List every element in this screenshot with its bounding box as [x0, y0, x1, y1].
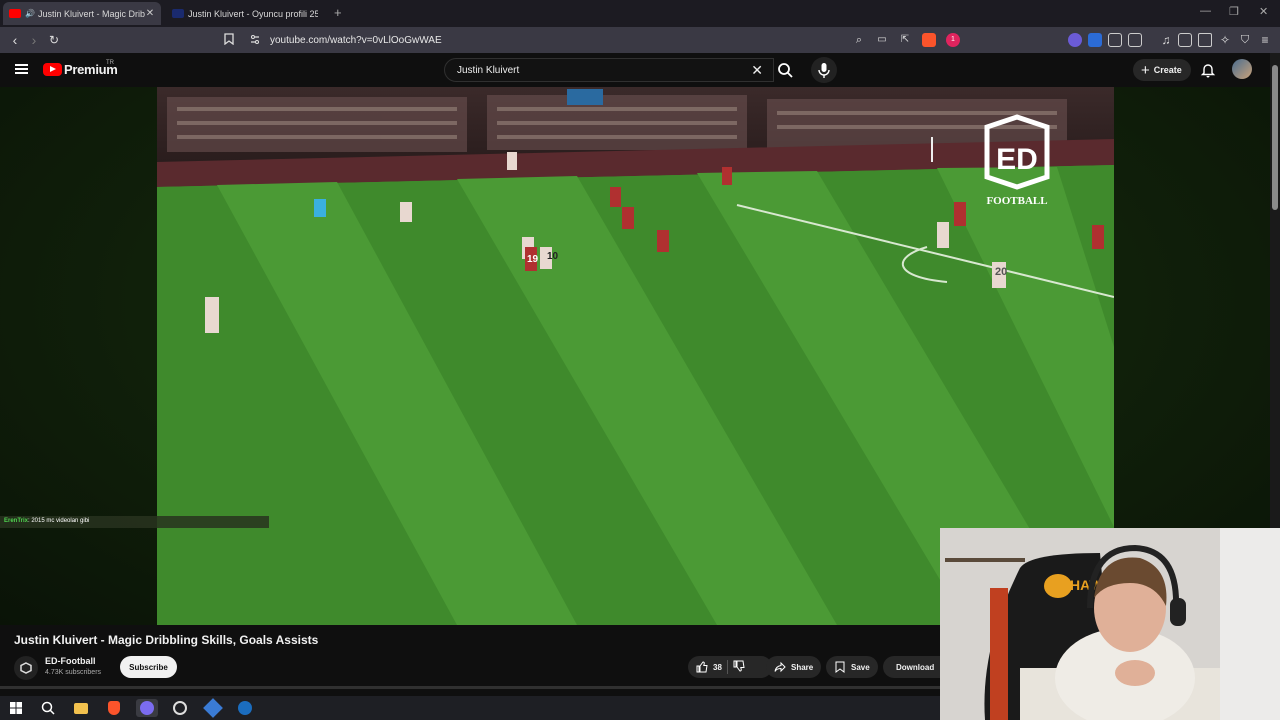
steam-icon[interactable] [234, 699, 256, 717]
browser-toolbar: ‹ › ↻ youtube.com/watch?v=0vLlOoGwWAE ⌕ … [0, 27, 1280, 53]
back-icon[interactable]: ‹ [6, 31, 24, 49]
rewards-badge: 1 [951, 36, 955, 43]
notifications-bell-icon[interactable] [1200, 62, 1216, 78]
youtube-header: Premium TR Justin Kluivert ✕ + Create [0, 53, 1270, 87]
share-page-icon[interactable]: ⇱ [896, 31, 914, 49]
windows-start-icon[interactable] [5, 699, 27, 717]
stream-chat-message: ErenTrix: 2015 mc videolan gibi [0, 516, 269, 528]
channel-name[interactable]: ED-Football [45, 656, 96, 666]
tab-player-profile[interactable]: Justin Kluivert - Oyuncu profili 25/26 [166, 2, 324, 25]
extensions-puzzle-icon[interactable] [1108, 33, 1122, 47]
webcam-overlay: HAW [940, 528, 1280, 720]
search-input[interactable]: Justin Kluivert ✕ [444, 58, 774, 82]
site-info-icon[interactable] [250, 33, 260, 51]
video-title: Justin Kluivert - Magic Dribbling Skills… [14, 633, 319, 647]
thumbs-up-icon [696, 661, 708, 673]
tab-title: Justin Kluivert - Magic Dribbli [37, 8, 145, 19]
like-count: 38 [713, 662, 722, 672]
brave-rewards-icon[interactable]: 1 [946, 33, 960, 47]
url-text: youtube.com/watch?v=0vLlOoGwWAE [270, 34, 442, 46]
browser-tab-bar: 🔊 Justin Kluivert - Magic Dribbli ✕ Just… [0, 0, 1280, 27]
like-dislike-group: 38 [688, 656, 772, 678]
tab-title: Justin Kluivert - Oyuncu profili 25/26 [188, 8, 318, 19]
account-avatar[interactable] [1232, 59, 1252, 79]
extension-icon[interactable] [1068, 33, 1082, 47]
search-value: Justin Kluivert [457, 65, 520, 76]
speaker-icon: 🔊 [25, 9, 35, 18]
save-label: Save [851, 662, 870, 672]
like-button[interactable]: 38 [696, 661, 722, 673]
discord-icon[interactable] [136, 699, 158, 717]
sidebar-icon[interactable] [1178, 33, 1192, 47]
youtube-logo-icon[interactable] [43, 63, 62, 76]
subscriber-count: 4.73K subscribers [45, 669, 102, 676]
plus-icon: + [1141, 61, 1150, 79]
chat-username: ErenTrix [4, 518, 29, 524]
share-icon [774, 661, 786, 673]
tab-youtube[interactable]: 🔊 Justin Kluivert - Magic Dribbli ✕ [3, 2, 161, 25]
guide-menu-icon[interactable] [15, 64, 28, 74]
cast-icon[interactable]: ▭ [873, 31, 891, 49]
wallet-icon[interactable] [1198, 33, 1212, 47]
country-code: TR [106, 60, 114, 66]
watermark-logo: ED [996, 143, 1038, 176]
scrollbar-thumb[interactable] [1272, 65, 1278, 210]
vpn-shield-icon[interactable]: ⛉ [1236, 31, 1254, 49]
divider [726, 660, 728, 674]
close-window-icon[interactable]: ✕ [1259, 5, 1268, 18]
dislike-button[interactable] [733, 660, 745, 674]
brave-shields-icon[interactable] [922, 33, 936, 47]
clear-search-icon[interactable]: ✕ [751, 62, 763, 79]
download-button[interactable]: Download [883, 656, 940, 678]
search-icon[interactable] [37, 699, 59, 717]
microphone-icon [818, 63, 830, 78]
forward-icon[interactable]: › [25, 31, 43, 49]
create-button[interactable]: + Create [1133, 59, 1191, 81]
extension-icon[interactable] [1088, 33, 1102, 47]
file-explorer-icon[interactable] [70, 699, 92, 717]
maximize-icon[interactable]: ❐ [1229, 5, 1239, 18]
save-button[interactable]: Save [826, 656, 878, 678]
minimize-icon[interactable]: — [1200, 5, 1211, 17]
media-icon[interactable]: ♫ [1157, 31, 1175, 49]
app-icon[interactable] [202, 698, 224, 718]
screenshot-icon[interactable] [1128, 33, 1142, 47]
jersey-number: 19 [527, 254, 539, 265]
subscribe-button[interactable]: Subscribe [120, 656, 177, 678]
download-label: Download [896, 662, 935, 672]
jersey-number: 20 [995, 266, 1007, 278]
channel-logo-icon [20, 662, 32, 674]
bookmark-icon[interactable] [220, 31, 238, 49]
webcam-feed: HAW [940, 528, 1280, 720]
search-button[interactable] [774, 58, 796, 82]
leo-ai-icon[interactable]: ✧ [1216, 31, 1234, 49]
share-label: Share [791, 662, 814, 672]
reload-icon[interactable]: ↻ [45, 31, 63, 49]
screen: 🔊 Justin Kluivert - Magic Dribbli ✕ Just… [0, 0, 1280, 720]
youtube-icon [9, 9, 21, 18]
page-divider [0, 686, 940, 689]
share-button[interactable]: Share [766, 656, 822, 678]
channel-avatar[interactable] [14, 656, 38, 680]
taskbar [0, 696, 940, 720]
thumbs-down-icon [733, 660, 745, 672]
voice-search-button[interactable] [811, 57, 837, 83]
chat-text: : 2015 mc videolan gibi [28, 518, 90, 524]
search-icon [778, 63, 793, 78]
create-label: Create [1153, 65, 1182, 75]
save-icon [835, 661, 845, 673]
jersey-number: 10 [547, 251, 559, 262]
close-tab-icon[interactable]: ✕ [145, 8, 155, 19]
menu-icon[interactable]: ≡ [1256, 31, 1274, 49]
watermark-text: FOOTBALL [986, 195, 1047, 207]
site-favicon-icon [172, 9, 184, 18]
brave-browser-icon[interactable] [103, 699, 125, 717]
new-tab-icon[interactable]: + [334, 5, 342, 20]
zoom-icon[interactable]: ⌕ [850, 31, 868, 49]
obs-icon[interactable] [169, 699, 191, 717]
